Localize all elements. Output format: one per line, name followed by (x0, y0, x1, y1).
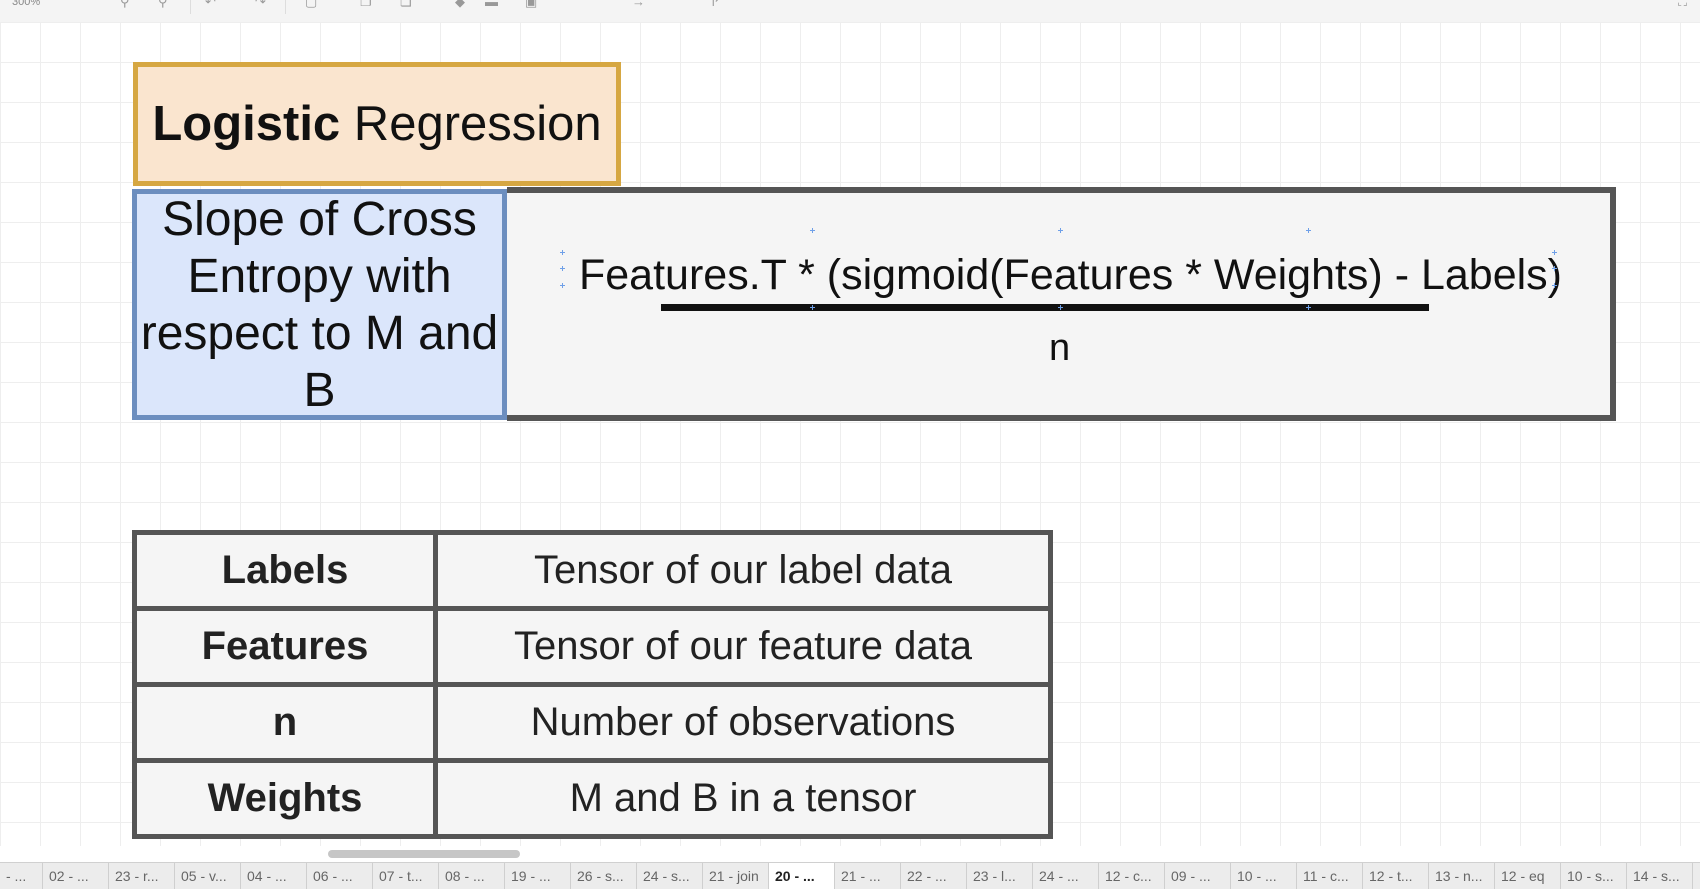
selection-handle[interactable] (1306, 305, 1311, 310)
term-cell[interactable]: Features (132, 606, 438, 687)
page-tab[interactable]: 12 - t... (1363, 863, 1429, 889)
slope-label-box[interactable]: Slope of Cross Entropy with respect to M… (132, 189, 507, 420)
undo-icon[interactable]: ↶ (205, 0, 216, 10)
delete-icon[interactable]: ▢ (305, 0, 317, 10)
page-tab[interactable]: 05 - v... (175, 863, 241, 889)
page-tab[interactable]: 19 - ... (505, 863, 571, 889)
page-tab[interactable]: 21 - join (703, 863, 769, 889)
page-tab[interactable]: 10 - s... (1561, 863, 1627, 889)
shadow-icon[interactable]: ▣ (525, 0, 537, 10)
page-tab[interactable]: 22 - ... (901, 863, 967, 889)
page-tab-bar: - ... 02 - ... 23 - r... 05 - v... 04 - … (0, 862, 1700, 889)
fraction-bar[interactable] (661, 304, 1429, 311)
variables-table[interactable]: Labels Tensor of our label data Features… (132, 530, 1053, 839)
page-tab[interactable]: 24 - s... (637, 863, 703, 889)
page-tab[interactable]: 11 - c... (1297, 863, 1363, 889)
selection-handle[interactable] (810, 305, 815, 310)
horizontal-scrollbar[interactable] (328, 850, 520, 858)
page-tab[interactable]: 04 - ... (241, 863, 307, 889)
page-tab[interactable]: 09 - ... (1165, 863, 1231, 889)
page-tab-active[interactable]: 20 - ... (769, 863, 835, 889)
term-cell[interactable]: Weights (132, 758, 438, 839)
title-bold-text: Logistic (152, 97, 341, 151)
page-tab[interactable]: 02 - ... (43, 863, 109, 889)
description-cell[interactable]: Number of observations (433, 682, 1053, 763)
diagram-canvas[interactable]: Logistic Regression Slope of Cross Entro… (0, 22, 1700, 846)
page-tab[interactable]: 23 - l... (967, 863, 1033, 889)
page-tab[interactable]: 12 - eq (1495, 863, 1561, 889)
selection-handle[interactable] (810, 228, 815, 233)
selection-handle[interactable] (1552, 283, 1557, 288)
selection-handle[interactable] (560, 266, 565, 271)
selection-handle[interactable] (560, 250, 565, 255)
slope-label-text: Slope of Cross Entropy with respect to M… (140, 192, 499, 417)
toolbar-divider (285, 0, 286, 14)
page-tab[interactable]: 21 - ... (835, 863, 901, 889)
selection-handle[interactable] (1552, 266, 1557, 271)
page-tab[interactable]: 07 - t... (373, 863, 439, 889)
page-tab[interactable]: 10 - ... (1231, 863, 1297, 889)
table-row: Labels Tensor of our label data (132, 530, 1053, 611)
page-tab[interactable]: 06 - ... (307, 863, 373, 889)
selection-handle[interactable] (1552, 250, 1557, 255)
to-front-icon[interactable]: ❐ (360, 0, 372, 10)
zoom-level[interactable]: 300% (12, 0, 40, 8)
formula-numerator[interactable]: Features.T * (sigmoid(Features * Weights… (579, 251, 1562, 300)
title-rest-text: Regression (340, 97, 602, 151)
connection-icon[interactable]: → (632, 0, 645, 9)
toolbar-divider (190, 0, 191, 14)
table-row: n Number of observations (132, 682, 1053, 763)
description-cell[interactable]: Tensor of our label data (433, 530, 1053, 611)
formula-denominator[interactable]: n (1049, 327, 1070, 370)
page-tab[interactable]: 08 - ... (439, 863, 505, 889)
page-tab[interactable]: 24 - ... (1033, 863, 1099, 889)
fullscreen-icon[interactable]: ⛶ (1678, 0, 1687, 10)
description-cell[interactable]: M and B in a tensor (433, 758, 1053, 839)
waypoint-icon[interactable]: ↱ (710, 0, 721, 10)
selection-handle[interactable] (1058, 228, 1063, 233)
table-row: Weights M and B in a tensor (132, 758, 1053, 839)
zoom-in-icon[interactable]: ⚲ (120, 0, 130, 10)
redo-icon[interactable]: ↷ (255, 0, 266, 10)
page-tab[interactable]: 23 - r... (109, 863, 175, 889)
fill-color-icon[interactable]: ◆ (455, 0, 465, 10)
page-tab[interactable]: - ... (0, 863, 43, 889)
formula-box[interactable]: Features.T * (sigmoid(Features * Weights… (507, 187, 1616, 421)
page-tab[interactable]: 26 - s... (571, 863, 637, 889)
line-color-icon[interactable]: ▬ (485, 0, 498, 9)
to-back-icon[interactable]: ❏ (400, 0, 412, 10)
page-tab[interactable]: 14 - s... (1627, 863, 1693, 889)
zoom-out-icon[interactable]: ⚲ (158, 0, 168, 10)
page-tab[interactable]: 12 - c... (1099, 863, 1165, 889)
toolbar: 300% ⚲ ⚲ ↶ ↷ ▢ ❐ ❏ ◆ ▬ ▣ → ↱ ⛶ (0, 0, 1700, 23)
term-cell[interactable]: n (132, 682, 438, 763)
term-cell[interactable]: Labels (132, 530, 438, 611)
selection-handle[interactable] (1058, 305, 1063, 310)
description-cell[interactable]: Tensor of our feature data (433, 606, 1053, 687)
selection-handle[interactable] (1306, 228, 1311, 233)
table-row: Features Tensor of our feature data (132, 606, 1053, 687)
selection-handle[interactable] (560, 283, 565, 288)
title-box[interactable]: Logistic Regression (133, 62, 621, 186)
page-tab[interactable]: 13 - n... (1429, 863, 1495, 889)
